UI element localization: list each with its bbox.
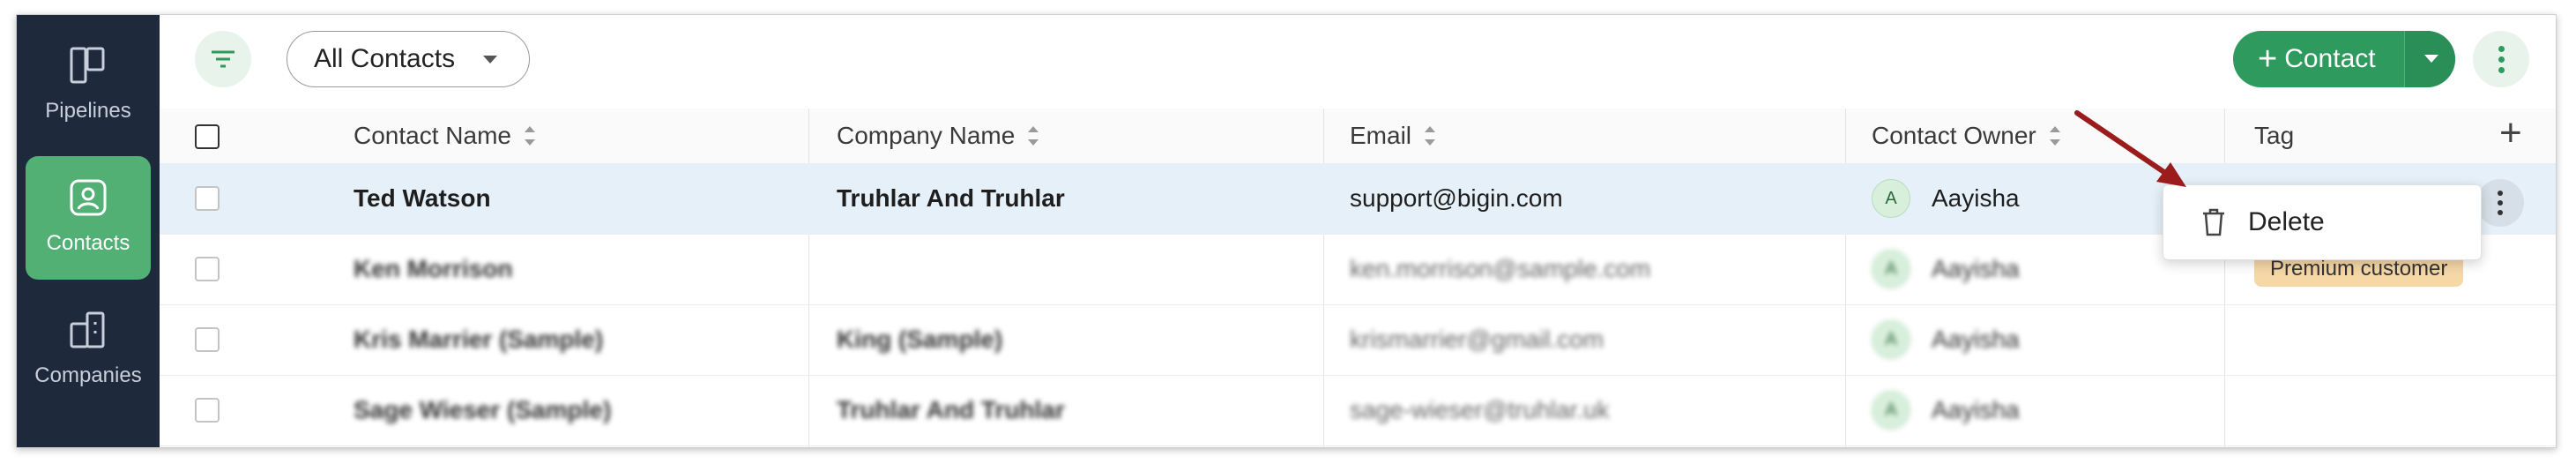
avatar: A [1872, 179, 1910, 218]
toolbar: All Contacts + Contact [160, 15, 2556, 109]
contacts-icon [70, 179, 107, 216]
email[interactable]: sage-wieser@truhlar.uk [1350, 375, 1610, 445]
sidebar: Pipelines Contacts Companies [17, 15, 160, 447]
owner-name: Aayisha [1932, 255, 2020, 282]
companies-icon [70, 311, 105, 348]
column-header-company-name[interactable]: Company Name [837, 109, 1039, 163]
contact-name[interactable]: Ted Watson [354, 163, 491, 234]
table-row[interactable]: Sage Wieser (Sample) Truhlar And Truhlar… [160, 375, 2556, 446]
row-checkbox[interactable] [195, 398, 220, 423]
contact-owner: A Aayisha [1872, 304, 2020, 375]
row-more-button[interactable] [2476, 179, 2524, 227]
contact-owner: A Aayisha [1872, 163, 2020, 234]
add-contact-label: Contact [2284, 44, 2376, 73]
avatar: A [1872, 391, 1910, 430]
contact-name[interactable]: Sage Wieser (Sample) [354, 375, 611, 445]
sidebar-item-pipelines[interactable]: Pipelines [26, 24, 151, 147]
filter-button[interactable] [195, 31, 251, 87]
add-contact-button[interactable]: + Contact [2233, 31, 2455, 87]
app-window: Pipelines Contacts Companies All Contact… [16, 14, 2557, 448]
row-context-menu: Delete [2163, 184, 2482, 260]
pipelines-icon [70, 47, 105, 84]
sidebar-item-label: Contacts [46, 231, 130, 255]
trash-icon [2203, 208, 2224, 236]
sidebar-item-companies[interactable]: Companies [26, 288, 151, 412]
avatar: A [1872, 320, 1910, 359]
avatar: A [1872, 250, 1910, 288]
table-row[interactable]: Kris Marrier (Sample) King (Sample) kris… [160, 304, 2556, 376]
owner-name: Aayisha [1932, 396, 2020, 423]
sort-icon[interactable] [2049, 126, 2061, 146]
row-checkbox[interactable] [195, 186, 220, 211]
row-checkbox[interactable] [195, 257, 220, 281]
company-name[interactable]: Truhlar And Truhlar [837, 163, 1065, 234]
chevron-down-icon [2424, 55, 2438, 63]
company-name[interactable]: Truhlar And Truhlar [837, 375, 1065, 445]
add-column-icon[interactable]: + [2499, 114, 2522, 153]
view-select[interactable]: All Contacts [287, 31, 530, 87]
more-options-button[interactable] [2473, 31, 2529, 87]
column-header-contact-owner[interactable]: Contact Owner [1872, 109, 2061, 163]
main-content: All Contacts + Contact Contact Name Comp… [160, 15, 2556, 447]
row-checkbox[interactable] [195, 327, 220, 352]
sidebar-item-label: Pipelines [45, 99, 131, 123]
add-contact-dropdown[interactable] [2404, 31, 2455, 87]
owner-name: Aayisha [1932, 184, 2020, 212]
email[interactable]: ken.morrison@sample.com [1350, 234, 1650, 304]
contact-owner: A Aayisha [1872, 375, 2020, 445]
column-header-contact-name[interactable]: Contact Name [354, 109, 536, 163]
delete-menu-item[interactable]: Delete [2248, 207, 2325, 237]
view-select-label: All Contacts [314, 44, 456, 73]
contact-owner: A Aayisha [1872, 234, 2020, 304]
sort-icon[interactable] [1027, 126, 1039, 146]
plus-icon: + [2258, 41, 2278, 78]
email[interactable]: krismarrier@gmail.com [1350, 304, 1604, 375]
sort-icon[interactable] [1424, 126, 1436, 146]
sidebar-item-contacts[interactable]: Contacts [26, 156, 151, 280]
filter-icon [212, 50, 235, 68]
email[interactable]: support@bigin.com [1350, 163, 1563, 234]
contact-name[interactable]: Kris Marrier (Sample) [354, 304, 603, 375]
chevron-down-icon [483, 56, 497, 64]
more-vertical-icon [2498, 191, 2503, 196]
column-header-tag[interactable]: Tag [2254, 109, 2294, 163]
company-name[interactable]: King (Sample) [837, 304, 1002, 375]
owner-name: Aayisha [1932, 326, 2020, 353]
contact-name[interactable]: Ken Morrison [354, 234, 512, 304]
sidebar-item-label: Companies [34, 363, 142, 387]
sort-icon[interactable] [524, 126, 536, 146]
select-all-checkbox[interactable] [195, 124, 220, 149]
more-vertical-icon [2498, 45, 2505, 52]
column-header-email[interactable]: Email [1350, 109, 1436, 163]
